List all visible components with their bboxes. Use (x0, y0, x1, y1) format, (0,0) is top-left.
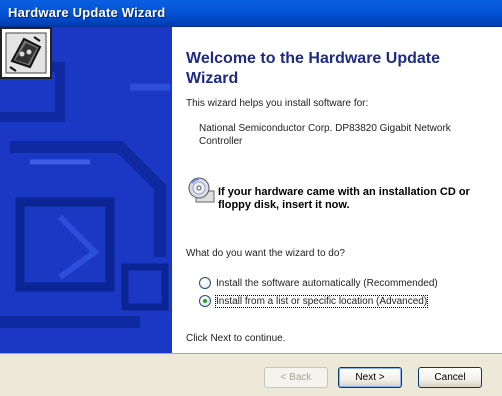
question-text: What do you want the wizard to do? (186, 248, 345, 259)
option-install-from-list[interactable]: Install from a list or specific location… (199, 293, 429, 309)
title-bar[interactable]: Hardware Update Wizard (0, 0, 502, 27)
window-title: Hardware Update Wizard (8, 5, 166, 20)
radio-advanced[interactable] (199, 295, 211, 307)
back-button[interactable]: < Back (264, 367, 328, 388)
button-bar: < Back Next > Cancel (0, 353, 502, 396)
option-label-automatic: Install the software automatically (Reco… (216, 277, 438, 289)
intro-text: This wizard helps you install software f… (186, 98, 369, 109)
option-install-automatically[interactable]: Install the software automatically (Reco… (199, 275, 438, 291)
hardware-update-wizard-window: Hardware Update Wizard Welcome to the Ha… (0, 0, 502, 396)
radio-automatic[interactable] (199, 277, 211, 289)
cd-disk-icon (188, 177, 215, 203)
cd-prompt: If your hardware came with an installati… (218, 186, 470, 211)
continue-hint: Click Next to continue. (186, 333, 286, 344)
page-title: Welcome to the Hardware Update Wizard (186, 50, 440, 87)
hardware-device-icon (0, 27, 52, 79)
wizard-side-banner (0, 27, 172, 353)
option-label-advanced: Install from a list or specific location… (214, 294, 429, 308)
next-button[interactable]: Next > (338, 367, 402, 388)
wizard-content: Welcome to the Hardware Update Wizard Th… (172, 27, 502, 353)
device-name: National Semiconductor Corp. DP83820 Gig… (199, 123, 451, 147)
cancel-button[interactable]: Cancel (418, 367, 482, 388)
